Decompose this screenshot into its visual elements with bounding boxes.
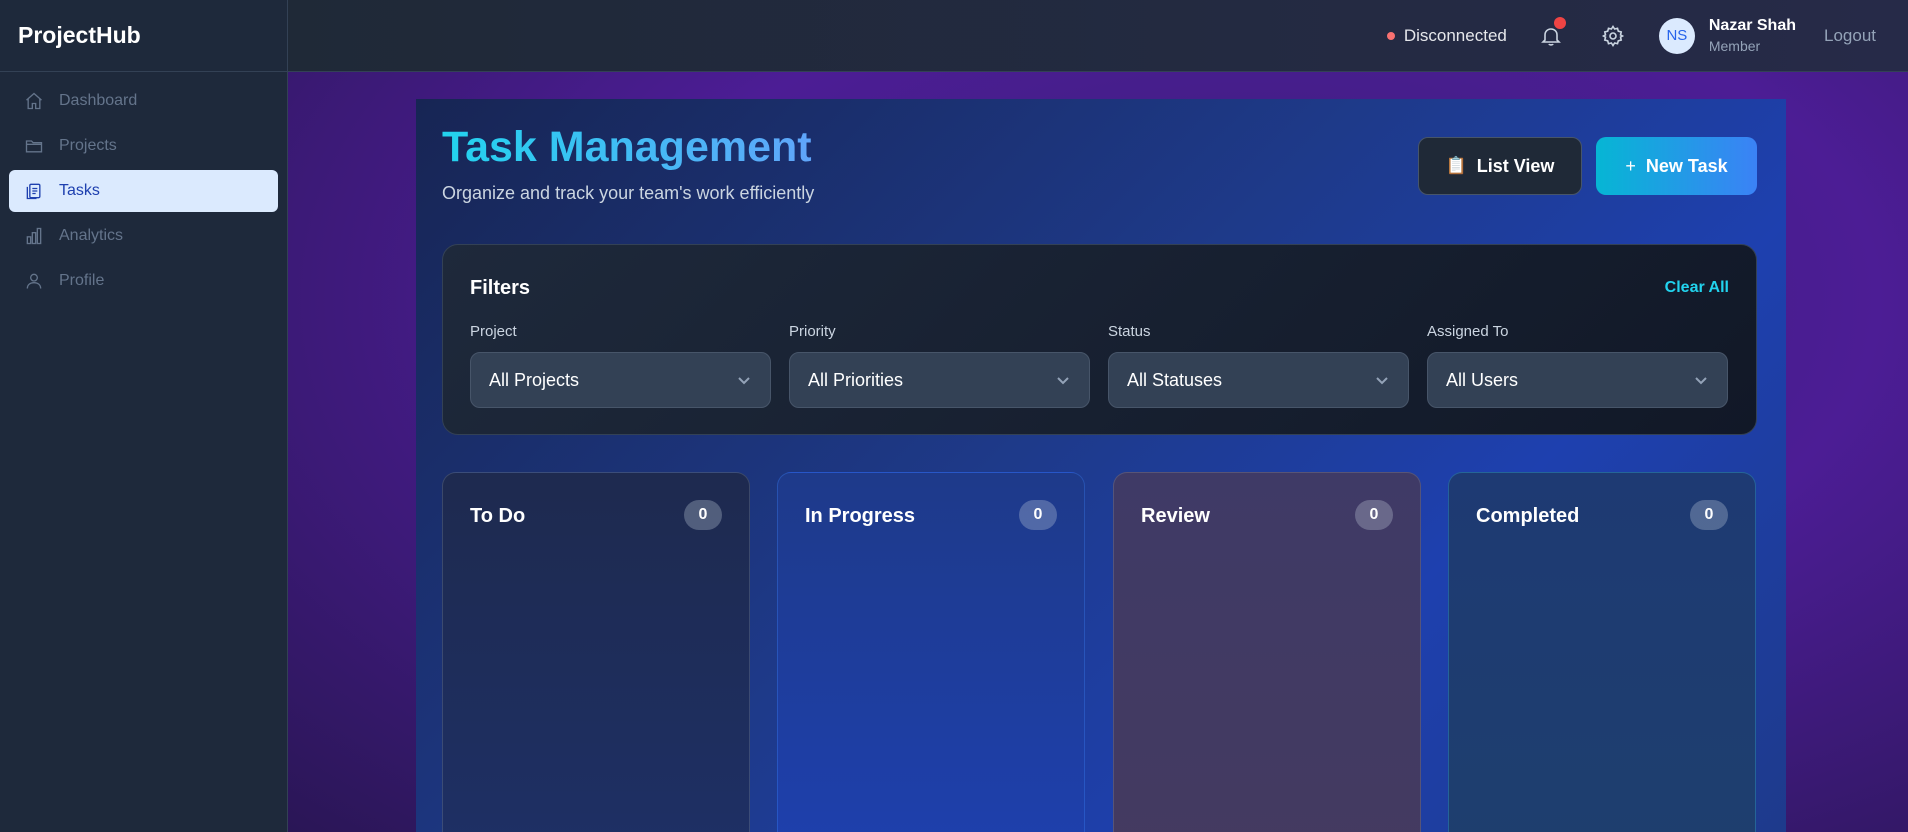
home-icon [23, 90, 45, 112]
column-title: In Progress [805, 505, 916, 527]
list-view-label: List View [1476, 155, 1555, 176]
bar-chart-icon [23, 225, 45, 247]
user-info: Nazar Shah Member [1709, 17, 1796, 54]
connection-status-text: Disconnected [1403, 25, 1507, 45]
list-view-button[interactable]: 📋 List View [1418, 137, 1582, 195]
sidebar-item-label: Dashboard [59, 92, 138, 109]
project-select[interactable]: All Projects [470, 352, 771, 408]
sidebar-item-label: Profile [59, 272, 105, 289]
avatar: NS [1658, 17, 1695, 54]
sidebar-nav: Dashboard Projects Tasks Analytics Profi… [0, 72, 287, 313]
brand-logo[interactable]: ProjectHub [0, 0, 287, 72]
sidebar-item-label: Analytics [59, 227, 124, 244]
new-task-label: New Task [1645, 155, 1728, 176]
notification-badge [1553, 16, 1566, 29]
filter-label: Priority [789, 323, 836, 340]
column-review[interactable]: Review 0 [1113, 472, 1421, 832]
sidebar-item-analytics[interactable]: Analytics [9, 215, 278, 257]
sidebar-item-dashboard[interactable]: Dashboard [9, 80, 278, 122]
select-value: All Statuses [1127, 369, 1223, 390]
sidebar: ProjectHub Dashboard Projects Tasks Anal… [0, 0, 288, 832]
filter-label: Assigned To [1427, 323, 1509, 340]
new-task-button[interactable]: + New Task [1596, 137, 1757, 195]
column-title: Completed [1476, 505, 1580, 527]
column-title: Review [1141, 505, 1210, 527]
plus-icon: + [1625, 155, 1636, 176]
column-title: To Do [470, 505, 526, 527]
status-dot [1386, 31, 1395, 40]
main-area: Task Management Organize and track your … [288, 72, 1908, 832]
status-select[interactable]: All Statuses [1108, 352, 1409, 408]
top-bar: Disconnected NS Nazar Shah Member Logout [288, 0, 1908, 72]
task-management-panel: Task Management Organize and track your … [416, 99, 1786, 832]
connection-status: Disconnected [1386, 25, 1507, 46]
filter-status: Status All Statuses [1108, 323, 1409, 408]
filter-project: Project All Projects [470, 323, 771, 408]
notifications-button[interactable] [1535, 16, 1567, 52]
select-value: All Users [1446, 369, 1519, 390]
clipboard-icon: 📋 [1445, 156, 1467, 175]
column-count-badge: 0 [1690, 500, 1728, 530]
chevron-down-icon [738, 377, 750, 385]
logout-button[interactable]: Logout [1824, 26, 1876, 46]
select-value: All Priorities [808, 369, 904, 390]
sidebar-item-label: Projects [59, 137, 117, 154]
filter-assigned-to: Assigned To All Users [1427, 323, 1728, 408]
filter-label: Status [1108, 323, 1151, 340]
column-count-badge: 0 [1019, 500, 1057, 530]
user-menu[interactable]: NS Nazar Shah Member [1658, 17, 1796, 54]
select-value: All Projects [489, 369, 580, 390]
sidebar-item-profile[interactable]: Profile [9, 260, 278, 302]
page-title: Task Management [442, 123, 812, 171]
sidebar-item-label: Tasks [59, 182, 100, 199]
filters-panel: Filters Clear All Project All Projects P… [442, 244, 1757, 435]
column-to-do[interactable]: To Do 0 [442, 472, 750, 832]
column-count-badge: 0 [1355, 500, 1393, 530]
clear-all-button[interactable]: Clear All [1665, 279, 1729, 297]
gear-icon [1601, 24, 1625, 47]
assigned-to-select[interactable]: All Users [1427, 352, 1728, 408]
clipboard-icon [23, 180, 45, 202]
user-name: Nazar Shah [1708, 17, 1796, 34]
column-count-badge: 0 [684, 500, 722, 530]
filters-title: Filters [470, 277, 531, 299]
chevron-down-icon [1376, 377, 1388, 385]
folder-icon [23, 135, 45, 157]
chevron-down-icon [1057, 377, 1069, 385]
page-subtitle: Organize and track your team's work effi… [442, 183, 815, 203]
sidebar-item-tasks[interactable]: Tasks [9, 170, 278, 212]
chevron-down-icon [1695, 377, 1707, 385]
user-icon [23, 270, 45, 292]
user-role: Member [1708, 38, 1761, 54]
filter-priority: Priority All Priorities [789, 323, 1090, 408]
filter-label: Project [470, 323, 517, 340]
settings-button[interactable] [1597, 20, 1629, 52]
sidebar-item-projects[interactable]: Projects [9, 125, 278, 167]
column-completed[interactable]: Completed 0 [1448, 472, 1756, 832]
column-in-progress[interactable]: In Progress 0 [777, 472, 1085, 832]
priority-select[interactable]: All Priorities [789, 352, 1090, 408]
